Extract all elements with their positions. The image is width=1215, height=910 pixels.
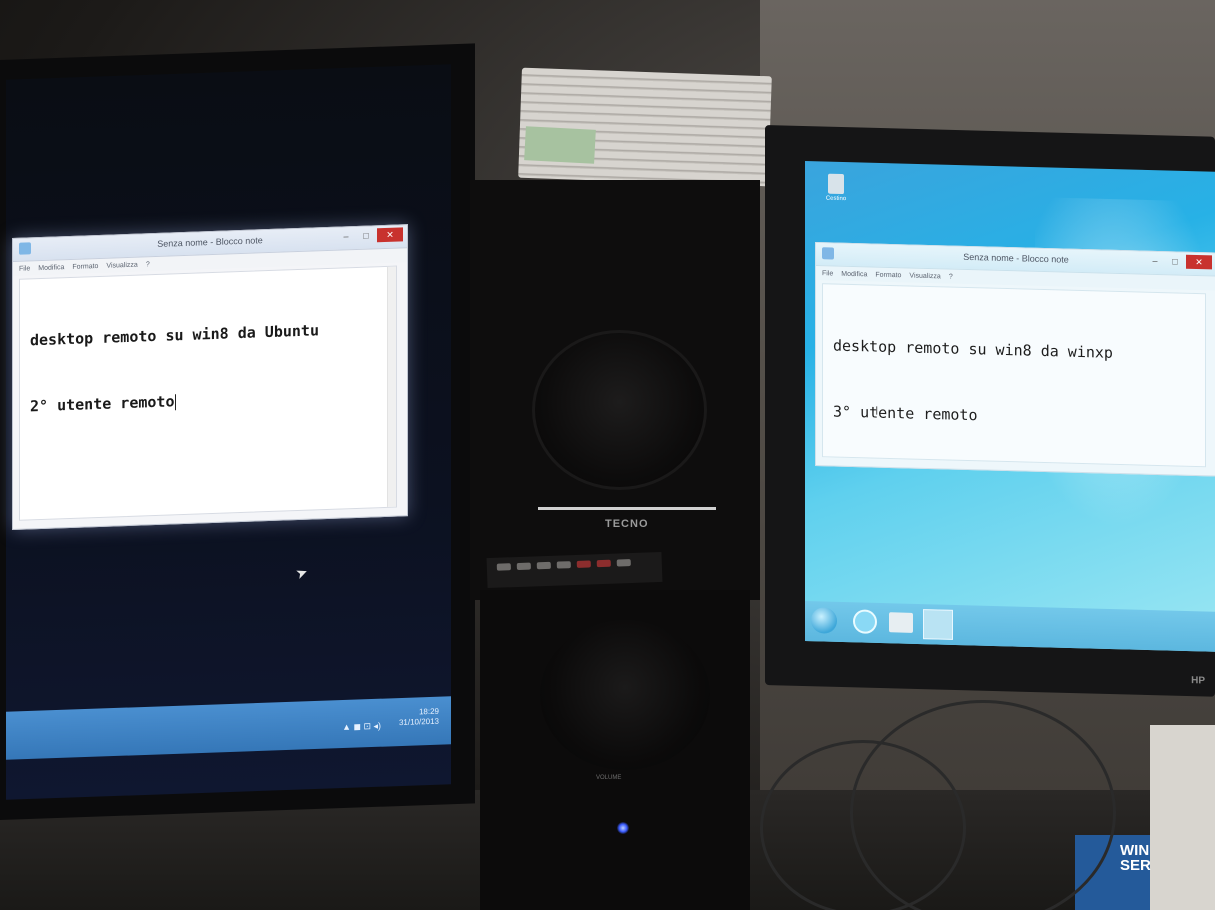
menu-help[interactable]: ? — [146, 261, 150, 268]
maximize-button[interactable]: □ — [1166, 254, 1184, 268]
recycle-bin-icon — [828, 173, 844, 195]
speaker-brand-logo: TECNO — [605, 518, 649, 530]
notepad-text-area[interactable]: desktop remoto su win8 da Ubuntu 2° uten… — [19, 265, 397, 521]
text-caret — [174, 393, 176, 410]
power-led-icon — [617, 822, 629, 834]
minimize-button[interactable]: – — [337, 229, 355, 244]
minimize-button[interactable]: – — [1146, 254, 1164, 268]
window-controls: – □ ✕ — [1146, 254, 1212, 270]
cable — [850, 700, 1116, 910]
menu-help[interactable]: ? — [949, 273, 953, 280]
menu-formato[interactable]: Formato — [72, 262, 98, 270]
remote-button-red — [576, 560, 591, 568]
menu-modifica[interactable]: Modifica — [841, 270, 867, 278]
start-button-icon[interactable] — [811, 607, 837, 634]
speaker-trim — [538, 507, 716, 510]
menu-modifica[interactable]: Modifica — [38, 264, 64, 272]
notepad-content: desktop remoto su win8 da winxp 3° utent… — [833, 290, 1113, 473]
notepad-text-area[interactable]: desktop remoto su win8 da winxp 3° utent… — [822, 283, 1206, 468]
speaker-cone-upper — [532, 330, 707, 490]
remote-button-red — [596, 559, 611, 568]
text-cursor-icon: I — [875, 403, 879, 418]
text-line-1: desktop remoto su win8 da winxp — [833, 336, 1113, 362]
speaker-cone-lower — [540, 620, 710, 770]
monitor-brand-logo: HP — [1191, 675, 1205, 687]
menu-formato[interactable]: Formato — [875, 271, 901, 279]
notepad-taskbar-icon[interactable] — [923, 609, 953, 640]
right-taskbar — [805, 601, 1215, 652]
menu-visualizza[interactable]: Visualizza — [909, 272, 940, 280]
clock-date: 31/10/2013 — [398, 716, 439, 728]
left-taskbar: ▲ ◼ ⊡ ◂) 18:29 31/10/2013 — [6, 696, 451, 760]
white-box — [1150, 725, 1215, 910]
speaker-volume-label: VOLUME — [596, 775, 622, 781]
remote-button — [616, 559, 631, 567]
close-button[interactable]: ✕ — [1186, 254, 1212, 270]
system-tray-icons[interactable]: ▲ ◼ ⊡ ◂) — [342, 721, 381, 733]
window-controls: – □ ✕ — [337, 227, 403, 243]
vertical-scrollbar[interactable] — [387, 266, 396, 507]
remote-button — [516, 562, 531, 571]
remote-button — [536, 561, 551, 570]
remote-control — [486, 551, 663, 589]
text-line-1: desktop remoto su win8 da Ubuntu — [30, 321, 319, 350]
green-folder — [524, 126, 596, 164]
remote-button — [496, 563, 511, 571]
notepad-window-right[interactable]: Senza nome - Blocco note – □ ✕ File Modi… — [815, 242, 1215, 477]
recycle-bin-label: Cestino — [825, 195, 847, 203]
menu-file[interactable]: File — [19, 265, 30, 272]
menu-file[interactable]: File — [822, 270, 833, 277]
file-explorer-icon[interactable] — [889, 612, 913, 633]
photo-scene: ➤ ▲ ◼ ⊡ ◂) 18:29 31/10/2013 Senza nome -… — [0, 0, 1215, 910]
maximize-button[interactable]: □ — [357, 228, 375, 243]
menu-visualizza[interactable]: Visualizza — [106, 261, 137, 269]
taskbar-clock[interactable]: 18:29 31/10/2013 — [399, 707, 439, 728]
text-line-2-content: 2° utente remoto — [30, 392, 175, 416]
text-line-2: 2° utente remoto — [30, 385, 319, 417]
notepad-window-left[interactable]: Senza nome - Blocco note – □ ✕ File Modi… — [12, 224, 408, 530]
internet-explorer-icon[interactable] — [853, 609, 877, 634]
notepad-content: desktop remoto su win8 da Ubuntu 2° uten… — [30, 275, 319, 461]
recycle-bin-desktop-icon[interactable]: Cestino — [823, 173, 849, 211]
close-button[interactable]: ✕ — [377, 227, 403, 243]
mouse-pointer-icon: ➤ — [293, 562, 310, 583]
remote-button — [556, 561, 571, 569]
